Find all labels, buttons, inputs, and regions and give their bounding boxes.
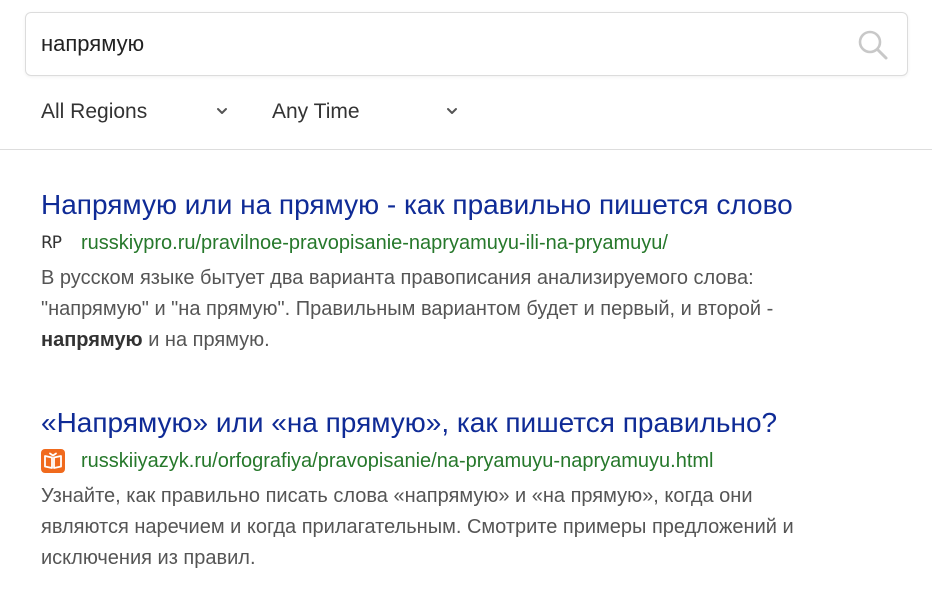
divider [0,149,932,150]
result-title-link[interactable]: Напрямую или на прямую - как правильно п… [41,187,911,223]
chevron-down-icon [217,108,227,114]
result-url-row: RP russkiypro.ru/pravilnoe-pravopisanie-… [41,227,911,259]
result-url-link[interactable]: russkiiyazyk.ru/orfografiya/pravopisanie… [81,450,713,473]
search-result: Напрямую или на прямую - как правильно п… [41,187,911,356]
region-dropdown[interactable]: All Regions [41,92,231,132]
snippet-line: исключения из правил. [41,547,256,569]
open-book-icon [41,449,65,473]
time-dropdown-label: Any Time [272,100,360,123]
snippet-line: В русском языке бытует два варианта прав… [41,267,754,289]
snippet-highlight: напрямую [41,329,143,351]
time-dropdown[interactable]: Any Time [272,92,462,132]
result-url-link[interactable]: russkiypro.ru/pravilnoe-pravopisanie-nap… [81,232,668,255]
snippet-line: и на прямую. [142,329,270,351]
result-snippet: Узнайте, как правильно писать слова «нап… [41,481,911,574]
snippet-line: Узнайте, как правильно писать слова «нап… [41,485,753,507]
chevron-down-icon [447,108,457,114]
search-box [25,12,908,76]
search-input[interactable] [41,13,841,75]
result-title-link[interactable]: «Напрямую» или «на прямую», как пишется … [41,405,911,441]
result-url-row: russkiiyazyk.ru/orfografiya/pravopisanie… [41,445,911,477]
snippet-line: являются наречием и когда прилагательным… [41,516,794,538]
result-snippet: В русском языке бытует два варианта прав… [41,263,911,356]
region-dropdown-label: All Regions [41,100,148,123]
snippet-line: "напрямую" и "на прямую". Правильным вар… [41,298,774,320]
site-favicon: RP [41,233,62,253]
search-result: «Напрямую» или «на прямую», как пишется … [41,405,911,574]
search-icon[interactable] [857,29,889,61]
